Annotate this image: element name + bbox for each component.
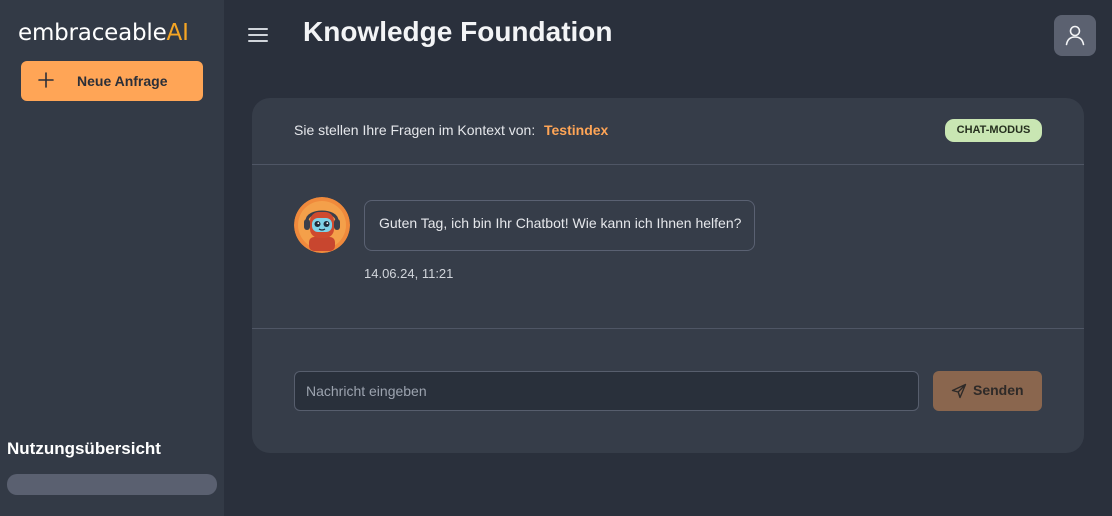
usage-progress-bar xyxy=(7,474,217,495)
new-request-label: Neue Anfrage xyxy=(77,73,168,89)
robot-avatar-icon xyxy=(294,197,350,253)
new-request-button[interactable]: Neue Anfrage xyxy=(21,61,203,101)
brand-name: embraceable xyxy=(18,20,167,46)
header-divider xyxy=(252,164,1084,165)
brand-suffix: AI xyxy=(166,20,189,46)
page-title: Knowledge Foundation xyxy=(303,16,613,47)
hamburger-menu-icon[interactable] xyxy=(247,26,269,44)
brand-logo[interactable]: embraceableAI xyxy=(18,20,189,46)
user-icon xyxy=(1065,25,1085,46)
context-index-name[interactable]: Testindex xyxy=(544,122,608,138)
mode-badge: CHAT-MODUS xyxy=(945,119,1042,142)
message-timestamp: 14.06.24, 11:21 xyxy=(364,266,454,281)
context-prefix: Sie stellen Ihre Fragen im Kontext von: xyxy=(294,122,536,138)
send-icon xyxy=(951,383,967,399)
user-menu-button[interactable] xyxy=(1054,15,1096,56)
send-label: Senden xyxy=(973,382,1024,398)
usage-title: Nutzungsübersicht xyxy=(7,439,161,458)
chat-card: Sie stellen Ihre Fragen im Kontext von: … xyxy=(252,98,1084,453)
send-button[interactable]: Senden xyxy=(933,371,1042,411)
plus-icon xyxy=(38,72,54,88)
sidebar: embraceableAI Neue Anfrage Nutzungsübers… xyxy=(0,0,224,516)
bot-message-bubble: Guten Tag, ich bin Ihr Chatbot! Wie kann… xyxy=(364,200,755,251)
composer-divider xyxy=(252,328,1084,329)
message-input[interactable] xyxy=(294,371,919,411)
